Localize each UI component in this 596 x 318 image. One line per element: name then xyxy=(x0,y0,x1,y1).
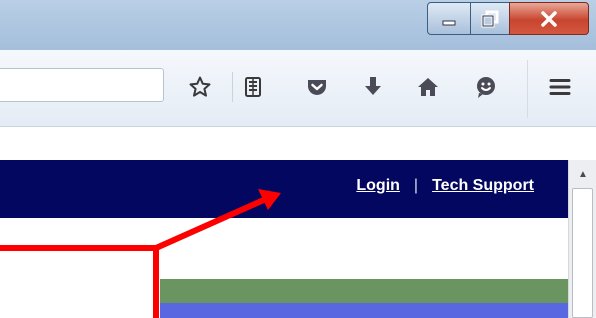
scrollbar-thumb[interactable] xyxy=(572,188,593,318)
scroll-up-arrow-icon[interactable]: ▲ xyxy=(576,167,590,181)
page-scrollbar[interactable]: ▲ xyxy=(568,160,596,318)
link-separator: | xyxy=(413,177,419,194)
restore-icon xyxy=(481,10,499,27)
reading-list-icon[interactable] xyxy=(241,75,265,99)
green-content-band xyxy=(160,279,568,303)
menu-icon[interactable] xyxy=(548,75,572,99)
browser-toolbar xyxy=(0,50,596,127)
download-icon[interactable] xyxy=(361,75,385,99)
window-titlebar xyxy=(0,0,596,50)
login-link[interactable]: Login xyxy=(356,177,400,194)
toolbar-separator xyxy=(527,60,528,118)
pocket-icon[interactable] xyxy=(305,75,329,99)
address-bar[interactable] xyxy=(0,68,164,102)
toolbar-separator xyxy=(232,72,233,102)
smiley-icon[interactable] xyxy=(474,75,498,99)
blue-content-band xyxy=(160,303,568,318)
minimize-icon xyxy=(442,20,456,25)
site-header-bar: Login | Tech Support xyxy=(0,160,568,218)
close-icon xyxy=(541,10,557,27)
restore-button[interactable] xyxy=(470,2,510,35)
header-links: Login | Tech Support xyxy=(356,177,534,195)
close-button[interactable] xyxy=(509,2,589,35)
tech-support-link[interactable]: Tech Support xyxy=(432,177,534,194)
star-icon[interactable] xyxy=(188,75,212,99)
home-icon[interactable] xyxy=(416,75,440,99)
minimize-button[interactable] xyxy=(427,2,471,35)
